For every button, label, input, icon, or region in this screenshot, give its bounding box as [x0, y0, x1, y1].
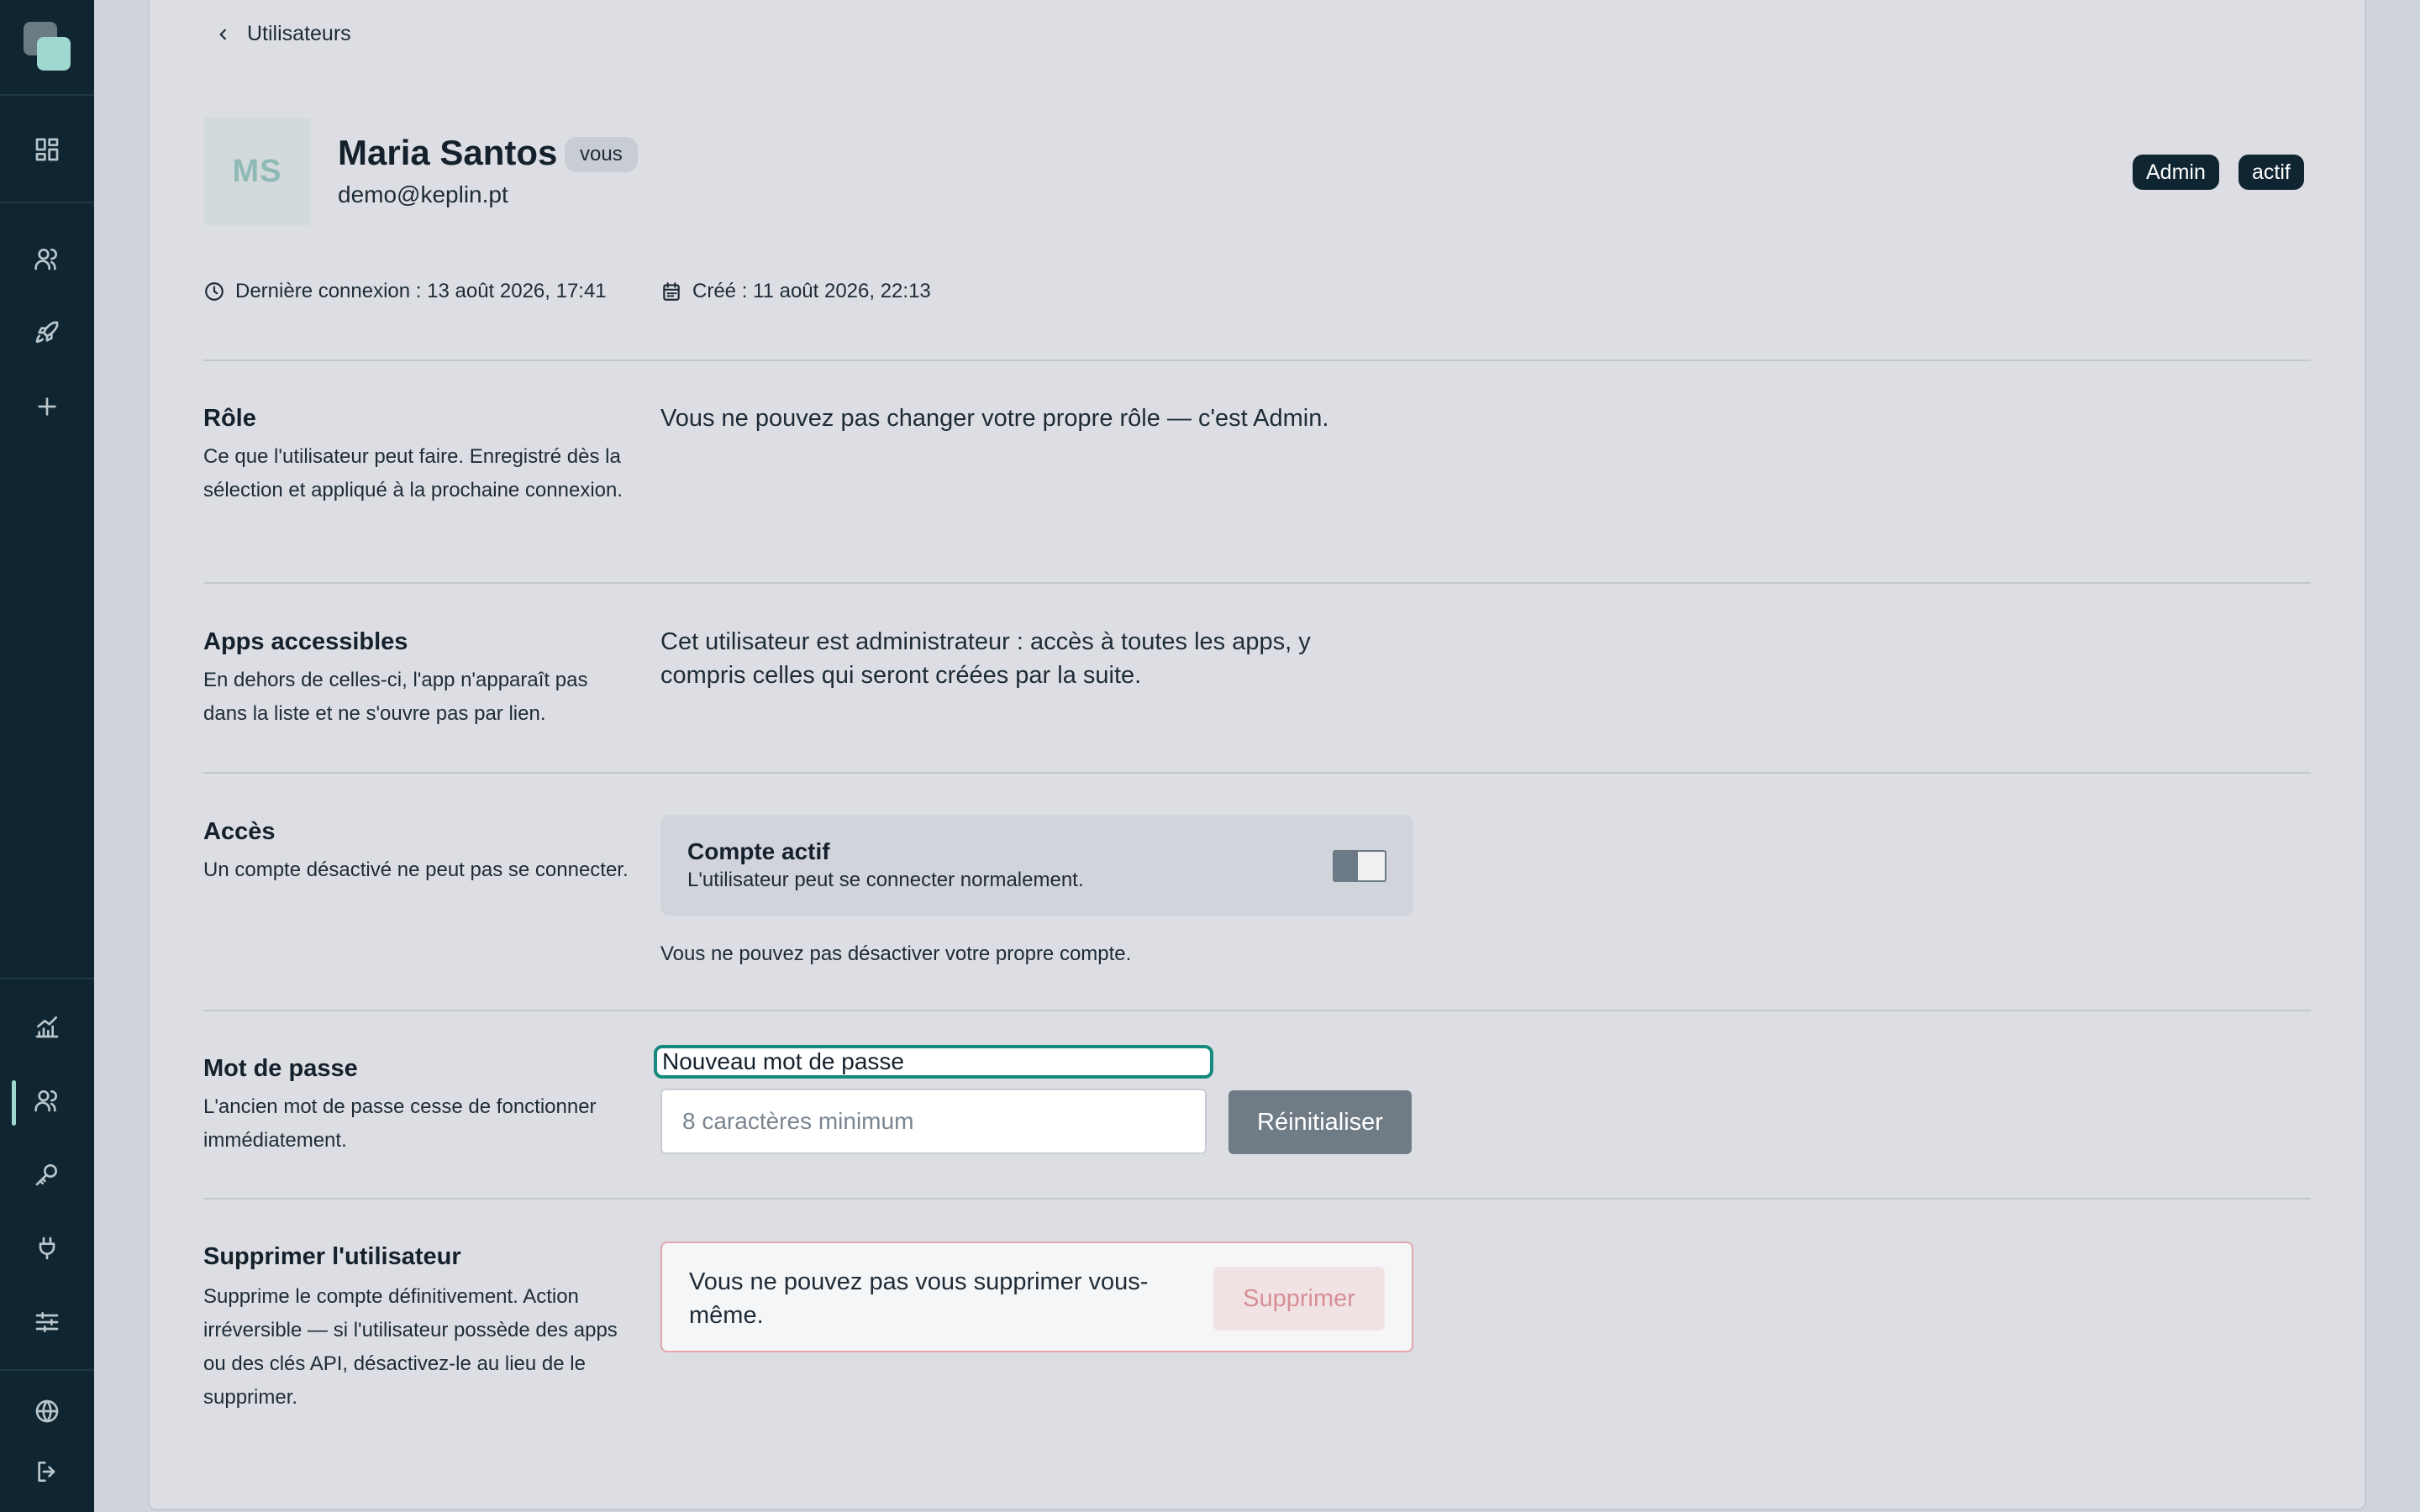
rocket-icon[interactable]: [30, 316, 64, 349]
back-link[interactable]: Utilisateurs: [215, 22, 351, 46]
sliders-icon[interactable]: [30, 1305, 64, 1339]
delete-note: Vous ne pouvez pas vous supprimer vous-m…: [689, 1268, 1149, 1329]
clock-icon: [205, 282, 224, 301]
app-logo[interactable]: [24, 22, 71, 71]
apps-title: Apps accessibles: [203, 628, 408, 655]
key-icon[interactable]: [30, 1158, 64, 1191]
chevron-left-icon: [219, 28, 227, 40]
status-badge: actif: [2238, 155, 2304, 190]
access-note: Vous ne pouvez pas désactiver votre prop…: [660, 942, 1132, 965]
plug-icon[interactable]: [30, 1231, 64, 1265]
users-icon[interactable]: [30, 242, 64, 276]
new-password-input[interactable]: [660, 1089, 1207, 1154]
back-link-label: Utilisateurs: [247, 22, 351, 45]
section-divider: [203, 1198, 2311, 1200]
last-login: Dernière connexion : 13 août 2026, 17:41: [203, 280, 607, 303]
section-divider: [203, 360, 2311, 361]
delete-description: Supprime le compte définitivement. Actio…: [203, 1285, 618, 1409]
delete-title: Supprimer l'utilisateur: [203, 1243, 461, 1270]
apps-info: Cet utilisateur est administrateur : acc…: [660, 628, 1311, 689]
users-icon[interactable]: [30, 1084, 64, 1117]
password-description: L'ancien mot de passe cesse de fonctionn…: [203, 1095, 597, 1152]
access-description: Un compte désactivé ne peut pas se conne…: [203, 858, 629, 881]
created-date: Créé : 11 août 2026, 22:13: [660, 280, 931, 303]
sidebar-divider: [0, 978, 94, 979]
user-email: demo@keplin.pt: [338, 181, 508, 207]
role-description: Ce que l'utilisateur peut faire. Enregis…: [203, 445, 623, 501]
user-name: Maria Santos: [338, 133, 558, 172]
globe-icon[interactable]: [30, 1394, 64, 1428]
plus-icon[interactable]: [30, 390, 64, 423]
section-divider: [203, 772, 2311, 774]
role-title: Rôle: [203, 405, 256, 432]
active-account-panel: Compte actif L'utilisateur peut se conne…: [660, 815, 1413, 916]
avatar: MS: [203, 118, 311, 225]
last-login-text: Dernière connexion : 13 août 2026, 17:41: [235, 280, 607, 302]
active-account-toggle[interactable]: [1333, 850, 1386, 882]
chart-icon[interactable]: [30, 1010, 64, 1043]
role-badge: Admin: [2133, 155, 2219, 190]
section-divider: [203, 582, 2311, 584]
sidebar-divider: [0, 94, 94, 96]
created-text: Créé : 11 août 2026, 22:13: [692, 280, 931, 302]
grid-icon[interactable]: [30, 133, 64, 166]
password-title: Mot de passe: [203, 1055, 358, 1082]
sidebar-active-indicator: [12, 1080, 16, 1126]
delete-panel: Vous ne pouvez pas vous supprimer vous-m…: [660, 1242, 1413, 1352]
apps-description: En dehors de celles-ci, l'app n'apparaît…: [203, 669, 588, 725]
new-password-label[interactable]: Nouveau mot de passe: [654, 1045, 1213, 1079]
logout-icon[interactable]: [30, 1455, 64, 1488]
sidebar-divider: [0, 1369, 94, 1371]
calendar-icon: [663, 282, 680, 301]
sidebar: [0, 0, 94, 1512]
sidebar-divider: [0, 202, 94, 203]
toggle-title: Compte actif: [687, 838, 830, 864]
section-divider: [203, 1010, 2311, 1011]
toggle-subtitle: L'utilisateur peut se connecter normalem…: [687, 869, 1084, 891]
you-badge: vous: [565, 137, 638, 172]
reset-password-button[interactable]: Réinitialiser: [1228, 1090, 1412, 1154]
delete-user-button[interactable]: Supprimer: [1213, 1267, 1385, 1331]
access-title: Accès: [203, 818, 276, 845]
role-info: Vous ne pouvez pas changer votre propre …: [660, 405, 1329, 432]
